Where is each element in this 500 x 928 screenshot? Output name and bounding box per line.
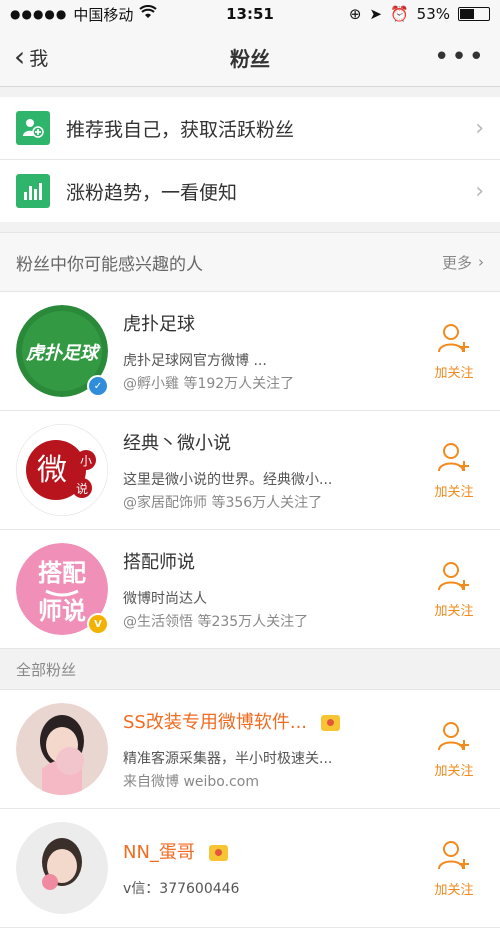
user-desc: 虎扑足球网官方微博 ... [123, 352, 267, 369]
back-label: 我 [29, 47, 49, 70]
add-user-icon [437, 560, 471, 596]
svg-text:搭配: 搭配 [38, 559, 86, 587]
menu-item-fan-trend[interactable]: 涨粉趋势，一看便知 › [0, 160, 500, 222]
avatar[interactable]: 虎扑足球 ✓ [16, 305, 109, 397]
user-followers: @孵小雞 等192万人关注了 [123, 375, 295, 392]
user-desc: 精准客源采集器，半小时极速关... [123, 750, 333, 767]
chevron-right-icon: › [475, 178, 484, 204]
follow-label: 加关注 [434, 603, 474, 619]
user-desc: 微博时尚达人 [123, 590, 207, 607]
user-name: 虎扑足球 [123, 313, 195, 335]
avatar[interactable] [16, 822, 108, 914]
user-info: SS改装专用微博软件... 精准客源采集器，半小时极速关... 来自微博 wei… [123, 708, 414, 791]
more-link[interactable]: 更多 › [442, 252, 484, 273]
page-title: 粉丝 [230, 46, 270, 71]
user-name: NN_蛋哥 [123, 838, 414, 864]
all-fans-header: 全部粉丝 [0, 649, 500, 690]
svg-text:说: 说 [76, 481, 88, 496]
navigation-bar: ‹ 我 粉丝 ••• [0, 28, 500, 87]
rotation-lock-icon: ⊕ [348, 5, 362, 23]
alarm-icon: ⏰ [389, 5, 409, 23]
vip-crown-icon [208, 845, 228, 861]
more-label: 更多 [441, 253, 472, 272]
add-user-icon [437, 441, 471, 477]
user-name: 经典丶微小说 [123, 432, 231, 454]
suggested-user-card[interactable]: 虎扑足球 ✓ 虎扑足球 虎扑足球网官方微博 ... @孵小雞 等192万人关注了… [0, 292, 500, 411]
avatar[interactable] [16, 703, 108, 795]
svg-text:小: 小 [80, 454, 92, 468]
menu-list: 推荐我自己，获取活跃粉丝 › 涨粉趋势，一看便知 › [0, 97, 500, 222]
user-info: 搭配师说 微博时尚达人 @生活领悟 等235万人关注了 [123, 548, 414, 631]
user-info: NN_蛋哥 v信：377600446 [123, 838, 414, 898]
signal-icon: ●●●●● [10, 7, 68, 21]
user-followers: @生活领悟 等235万人关注了 [123, 613, 309, 630]
user-name: SS改装专用微博软件... [123, 708, 414, 734]
avatar[interactable]: 微 小 说 [16, 424, 108, 516]
user-photo [16, 822, 108, 914]
user-info: 经典丶微小说 这里是微小说的世界。经典微小... @家居配饰师 等356万人关注… [123, 429, 414, 512]
vip-crown-icon [320, 714, 340, 731]
status-bar: ●●●●● 中国移动 13:51 ⊕ ➤ ⏰ 53% [0, 0, 500, 28]
follow-label: 加关注 [434, 763, 474, 779]
more-options-button[interactable]: ••• [434, 42, 486, 72]
chevron-left-icon: ‹ [14, 40, 26, 73]
interest-section-header: 粉丝中你可能感兴趣的人 更多 › [0, 232, 500, 292]
follow-label: 加关注 [434, 365, 474, 381]
chevron-right-icon: › [475, 115, 484, 141]
avatar[interactable]: 搭配 师说 V [16, 543, 109, 635]
follow-button[interactable]: 加关注 [424, 322, 484, 381]
back-button[interactable]: ‹ 我 [14, 43, 48, 71]
bar-chart-icon [16, 174, 50, 208]
menu-item-recommend-self[interactable]: 推荐我自己，获取活跃粉丝 › [0, 97, 500, 160]
suggested-user-card[interactable]: 微 小 说 经典丶微小说 这里是微小说的世界。经典微小... @家居配饰师 等3… [0, 411, 500, 530]
svg-text:虎扑足球: 虎扑足球 [25, 343, 101, 364]
svg-text:师说: 师说 [38, 597, 86, 625]
location-icon: ➤ [369, 5, 382, 23]
user-name: 搭配师说 [123, 551, 195, 573]
menu-label: 推荐我自己，获取活跃粉丝 [66, 118, 295, 141]
follow-button[interactable]: 加关注 [424, 560, 484, 619]
user-name-text: NN_蛋哥 [123, 842, 195, 863]
section-title: 粉丝中你可能感兴趣的人 [16, 254, 203, 275]
add-user-icon [16, 111, 50, 145]
verified-badge-icon: ✓ [87, 375, 109, 397]
user-source: 来自微博 weibo.com [123, 773, 259, 790]
carrier-name: 中国移动 [73, 5, 134, 24]
user-desc: v信：377600446 [123, 881, 240, 897]
user-info: 虎扑足球 虎扑足球网官方微博 ... @孵小雞 等192万人关注了 [123, 310, 414, 393]
suggested-user-card[interactable]: 搭配 师说 V 搭配师说 微博时尚达人 @生活领悟 等235万人关注了 加关注 [0, 530, 500, 649]
verified-badge-icon: V [87, 613, 109, 635]
user-desc: 这里是微小说的世界。经典微小... [123, 471, 333, 488]
user-followers: @家居配饰师 等356万人关注了 [123, 494, 323, 511]
battery-percent: 53% [416, 5, 450, 23]
follow-label: 加关注 [434, 484, 474, 500]
fan-list-item[interactable]: NN_蛋哥 v信：377600446 加关注 [0, 809, 500, 928]
add-user-icon [437, 322, 471, 358]
weixiaoshuo-logo: 微 小 说 [16, 424, 108, 516]
follow-button[interactable]: 加关注 [424, 720, 484, 779]
user-name-text: SS改装专用微博软件... [123, 711, 308, 733]
svg-text:微: 微 [37, 453, 67, 488]
chevron-right-icon: › [478, 253, 484, 271]
battery-icon [458, 7, 490, 21]
follow-button[interactable]: 加关注 [424, 441, 484, 500]
wifi-icon [139, 5, 158, 23]
user-photo [16, 703, 108, 795]
add-user-icon [437, 720, 471, 756]
menu-label: 涨粉趋势，一看便知 [66, 181, 238, 204]
follow-button[interactable]: 加关注 [424, 839, 484, 898]
add-user-icon [437, 839, 471, 875]
follow-label: 加关注 [434, 882, 474, 898]
fan-list-item[interactable]: SS改装专用微博软件... 精准客源采集器，半小时极速关... 来自微博 wei… [0, 690, 500, 809]
